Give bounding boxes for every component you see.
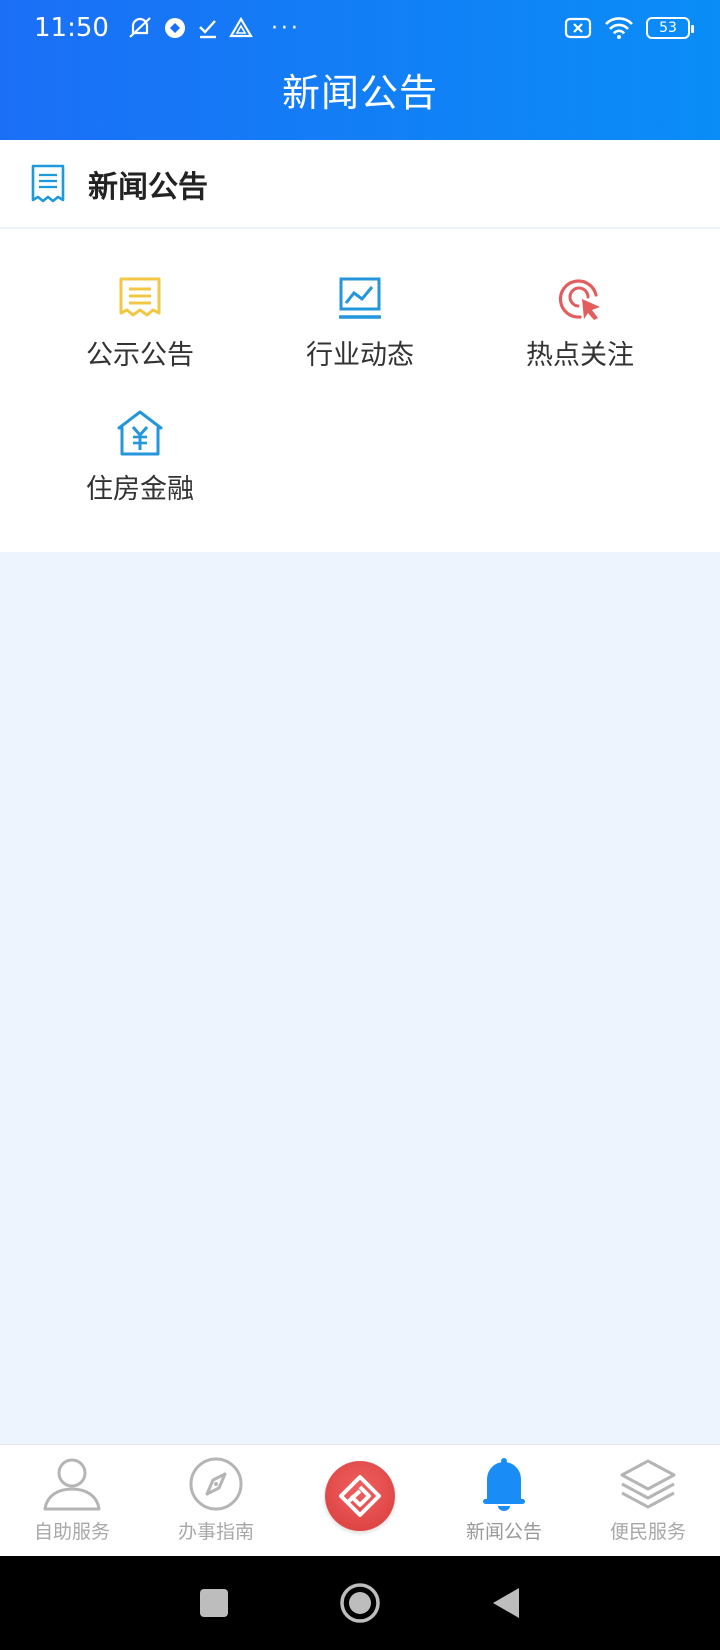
- bell-icon: [483, 1458, 525, 1511]
- page-title: 新闻公告: [281, 71, 438, 115]
- nav-label: 便民服务: [609, 1521, 686, 1543]
- nav-item-news[interactable]: 新闻公告: [432, 1445, 576, 1556]
- drive-icon: [229, 17, 253, 38]
- battery-level: 53: [659, 20, 677, 36]
- sim-off-icon: [564, 17, 592, 39]
- nav-item-self-service[interactable]: 自助服务: [0, 1445, 144, 1556]
- grid-item-label: 行业动态: [306, 340, 414, 371]
- wifi-icon: [605, 17, 633, 39]
- compass-icon: [189, 1457, 243, 1511]
- recents-icon[interactable]: [199, 1588, 229, 1618]
- bottom-nav: 自助服务 办事指南 新闻公告 便民服务: [0, 1444, 720, 1556]
- nav-item-guide[interactable]: 办事指南: [144, 1445, 288, 1556]
- notice-icon: [119, 277, 161, 317]
- layers-icon: [620, 1459, 676, 1509]
- nav-item-home[interactable]: [288, 1445, 432, 1556]
- mute-icon: [129, 17, 151, 38]
- nav-label: 新闻公告: [465, 1521, 542, 1543]
- nav-label: 办事指南: [177, 1521, 254, 1543]
- user-icon: [43, 1458, 101, 1511]
- grid-item-notice[interactable]: 公示公告: [30, 275, 250, 395]
- status-time: 11:50: [34, 13, 109, 43]
- target-cursor-icon: [558, 279, 600, 320]
- battery-icon: 53: [646, 17, 694, 39]
- status-more: ···: [270, 15, 301, 41]
- grid-item-housing-finance[interactable]: 住房金融: [30, 409, 250, 529]
- home-circle-icon[interactable]: [339, 1582, 381, 1624]
- home-logo-button[interactable]: [325, 1460, 395, 1531]
- grid-item-label: 住房金融: [86, 474, 194, 505]
- chart-icon: [339, 277, 381, 319]
- status-left: 11:50 ···: [34, 13, 301, 43]
- grid-item-hotspot[interactable]: 热点关注: [470, 275, 690, 395]
- sync-icon: [164, 18, 185, 38]
- section-header: 新闻公告: [0, 140, 720, 228]
- back-icon[interactable]: [491, 1586, 521, 1620]
- house-yuan-icon: [117, 410, 163, 456]
- nav-label: 自助服务: [33, 1521, 110, 1543]
- home-logo-icon: [339, 1474, 381, 1517]
- status-bar: 11:50 ··· 53: [0, 0, 720, 56]
- section-title: 新闻公告: [88, 169, 208, 205]
- nav-item-convenience[interactable]: 便民服务: [576, 1445, 720, 1556]
- grid-item-label: 热点关注: [526, 340, 634, 371]
- system-nav-bar: [0, 1556, 720, 1650]
- grid-item-label: 公示公告: [86, 340, 194, 371]
- category-grid: 公示公告 行业动态 热点关注 住房金融: [0, 229, 720, 552]
- document-icon: [31, 164, 65, 202]
- grid-item-industry[interactable]: 行业动态: [250, 275, 470, 395]
- app-header: 11:50 ··· 53 新闻公告: [0, 0, 720, 140]
- download-check-icon: [199, 20, 216, 39]
- status-right: 53: [564, 16, 694, 40]
